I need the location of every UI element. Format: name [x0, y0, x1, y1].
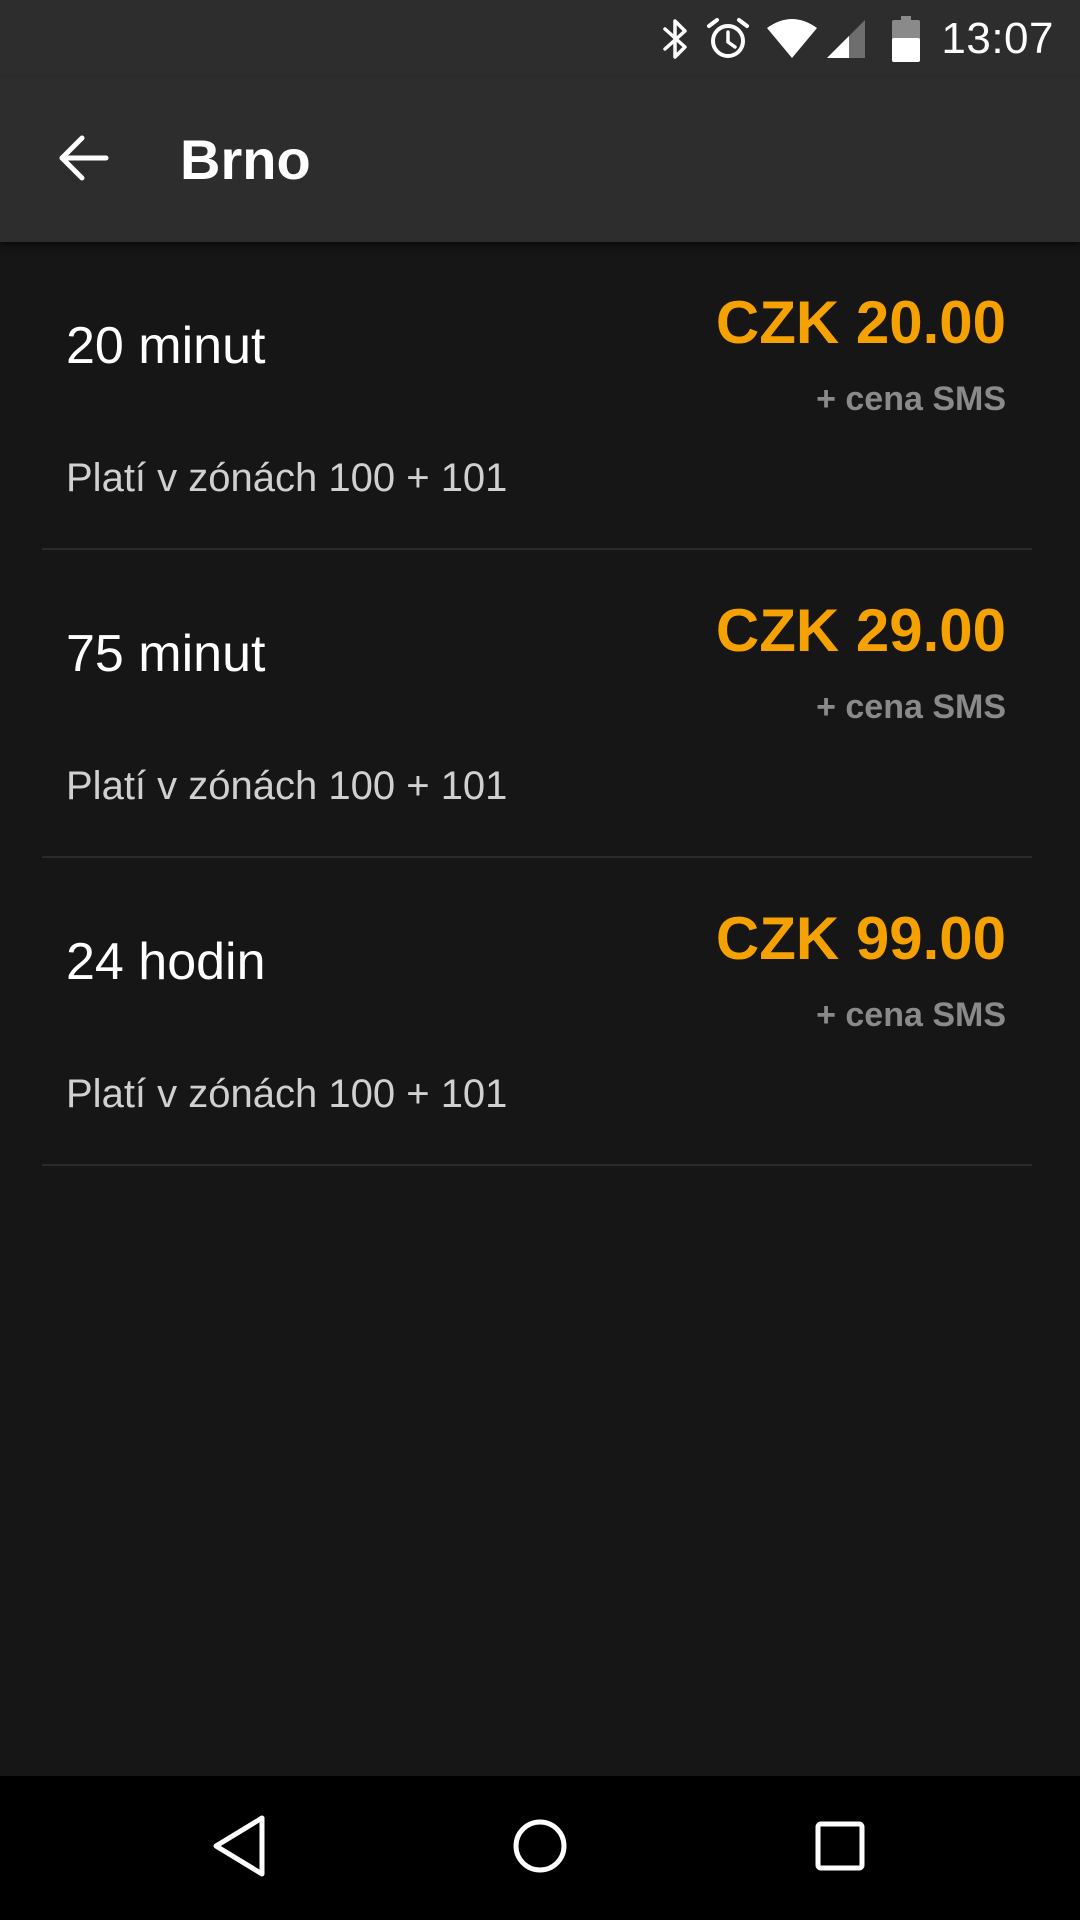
nav-recents-button[interactable] — [790, 1798, 890, 1898]
ticket-list: 20 minut CZK 20.00 + cena SMS Platí v zó… — [0, 242, 1080, 1166]
nav-back-icon — [210, 1814, 270, 1883]
alarm-icon — [705, 16, 751, 62]
bluetooth-icon — [661, 17, 691, 61]
nav-recents-icon — [812, 1818, 868, 1879]
ticket-zones: Platí v zónách 100 + 101 — [66, 764, 508, 808]
app-bar: Brno — [0, 78, 1080, 242]
nav-home-button[interactable] — [490, 1798, 590, 1898]
ticket-zones: Platí v zónách 100 + 101 — [66, 456, 508, 500]
status-icons: 13:07 — [647, 0, 1054, 78]
ticket-sms-note: + cena SMS — [816, 688, 1006, 726]
status-bar: 13:07 — [0, 0, 1080, 78]
ticket-price: CZK 99.00 — [715, 905, 1006, 972]
ticket-sms-note: + cena SMS — [816, 996, 1006, 1034]
ticket-name: 24 hodin — [66, 933, 266, 991]
page-title: Brno — [180, 128, 311, 191]
ticket-sms-note: + cena SMS — [816, 380, 1006, 418]
nav-back-button[interactable] — [190, 1798, 290, 1898]
arrow-back-icon — [56, 130, 112, 191]
ticket-zones: Platí v zónách 100 + 101 — [66, 1072, 508, 1116]
screen: 13:07 Brno 20 minut CZK 20.00 + cena SMS… — [0, 0, 1080, 1920]
battery-icon — [891, 16, 921, 62]
ticket-price: CZK 29.00 — [715, 597, 1006, 664]
back-button[interactable] — [44, 120, 124, 200]
list-item-ticket-24-hodin[interactable]: 24 hodin CZK 99.00 + cena SMS Platí v zó… — [0, 858, 1080, 1166]
ticket-price: CZK 20.00 — [715, 289, 1006, 356]
ticket-name: 20 minut — [66, 317, 266, 375]
nav-home-icon — [510, 1816, 570, 1881]
divider — [42, 1164, 1032, 1166]
ticket-name: 75 minut — [66, 625, 266, 683]
list-item-ticket-20-minut[interactable]: 20 minut CZK 20.00 + cena SMS Platí v zó… — [0, 242, 1080, 550]
list-item-ticket-75-minut[interactable]: 75 minut CZK 29.00 + cena SMS Platí v zó… — [0, 550, 1080, 858]
wifi-icon — [765, 18, 819, 60]
system-nav-bar — [0, 1776, 1080, 1920]
cell-signal-icon — [823, 18, 867, 60]
status-time: 13:07 — [941, 14, 1054, 63]
